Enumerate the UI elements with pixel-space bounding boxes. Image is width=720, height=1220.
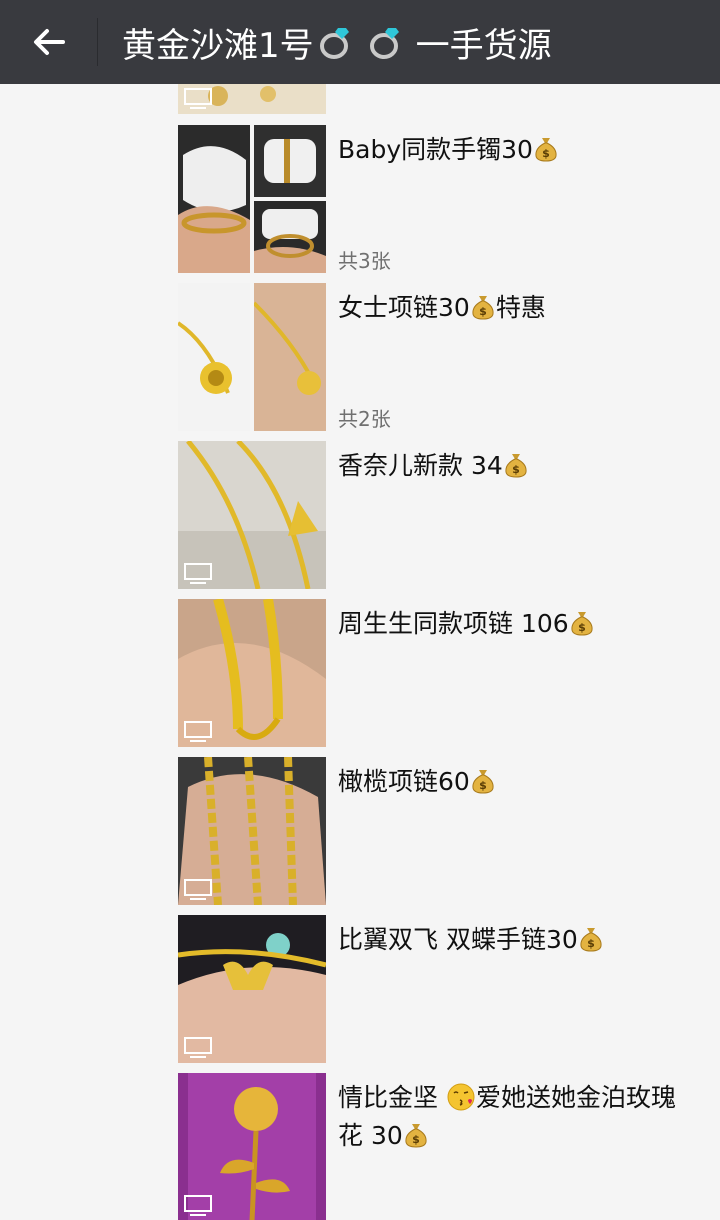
money-bag-icon: $ [580,928,602,952]
post-caption: 橄榄项链60 $ [338,763,678,801]
video-icon [184,879,212,900]
list-item[interactable]: 女士项链30 $ 特惠 共2张 [178,283,698,431]
money-bag-icon: $ [535,138,557,162]
post-thumbnail[interactable] [178,84,326,114]
list-item[interactable]: 比翼双飞 双蝶手链30 $ [178,915,698,1063]
kissing-face-icon [447,1083,475,1111]
list-item[interactable] [178,84,698,114]
money-bag-icon: $ [505,454,527,478]
svg-text:$: $ [587,937,595,950]
money-bag-icon: $ [405,1124,427,1148]
video-icon [184,1037,212,1058]
post-thumbnail[interactable] [178,283,326,431]
image-count: 共3张 [338,249,391,273]
bracelet-photo [254,201,326,273]
necklace-photo [254,283,326,431]
money-bag-icon: $ [472,770,494,794]
svg-text:$: $ [578,621,586,634]
money-bag-icon: $ [571,612,593,636]
svg-text:$: $ [479,305,487,318]
post-caption: Baby同款手镯30 $ [338,131,678,169]
image-count: 共2张 [338,407,391,431]
post-caption: 香奈儿新款 34 $ [338,447,678,485]
page-title: 黄金沙滩1号 一手货源 [122,18,552,67]
bracelet-photo [254,125,326,197]
list-item[interactable]: 情比金坚 爱她送她金泊玫瑰花 30 $ [178,1073,698,1220]
post-thumbnail[interactable] [178,599,326,747]
ring-icon [319,28,349,59]
top-bar: 黄金沙滩1号 一手货源 [0,0,720,84]
bracelet-photo [178,125,250,273]
post-thumbnail[interactable] [178,1073,326,1220]
back-button[interactable] [0,18,98,66]
svg-text:$: $ [512,463,520,476]
svg-text:$: $ [542,147,550,160]
arrow-left-icon [33,29,65,55]
list-item[interactable]: 橄榄项链60 $ [178,757,698,905]
svg-text:$: $ [479,779,487,792]
post-thumbnail[interactable] [178,125,326,273]
post-caption: 情比金坚 爱她送她金泊玫瑰花 30 $ [338,1083,676,1150]
list-item[interactable]: 周生生同款项链 106 $ [178,599,698,747]
list-item[interactable]: Baby同款手镯30 $ 共3张 [178,125,698,273]
necklace-photo [178,283,250,431]
video-icon [184,1195,212,1216]
video-icon [184,721,212,742]
list-item[interactable]: 香奈儿新款 34 $ [178,441,698,589]
svg-text:$: $ [412,1133,420,1146]
post-thumbnail[interactable] [178,757,326,905]
video-icon [184,88,212,109]
title-text: 黄金沙滩1号 [122,25,314,66]
money-bag-icon: $ [472,296,494,320]
post-caption: 比翼双飞 双蝶手链30 $ [338,921,678,959]
post-thumbnail[interactable] [178,915,326,1063]
video-icon [184,563,212,584]
title-suffix: 一手货源 [415,25,552,66]
ring-icon [369,28,399,59]
post-thumbnail[interactable] [178,441,326,589]
post-caption: 女士项链30 $ 特惠 [338,293,546,322]
post-caption: 周生生同款项链 106 $ [338,605,678,643]
album-feed[interactable]: Baby同款手镯30 $ 共3张 女士项链30 $ 特惠 共2张 香奈儿新款 3… [0,84,720,1220]
